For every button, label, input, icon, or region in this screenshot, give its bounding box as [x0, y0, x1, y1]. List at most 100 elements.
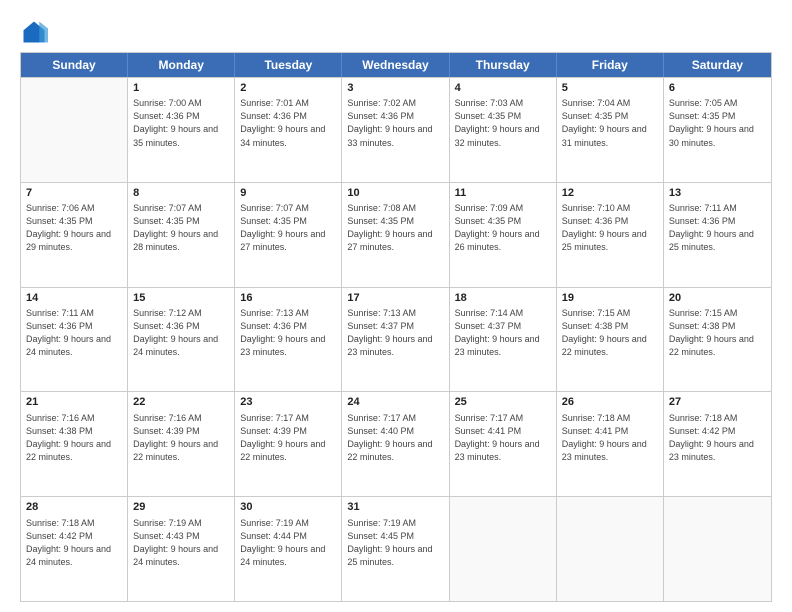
- day-number: 8: [133, 186, 229, 201]
- day-number: 4: [455, 81, 551, 96]
- day-number: 28: [26, 500, 122, 515]
- calendar-row-0: 1Sunrise: 7:00 AMSunset: 4:36 PMDaylight…: [21, 77, 771, 182]
- calendar-header: SundayMondayTuesdayWednesdayThursdayFrid…: [21, 53, 771, 77]
- empty-cell-4-6: [664, 497, 771, 601]
- cell-info: Sunrise: 7:19 AMSunset: 4:45 PMDaylight:…: [347, 517, 443, 569]
- cell-info: Sunrise: 7:18 AMSunset: 4:42 PMDaylight:…: [26, 517, 122, 569]
- day-number: 18: [455, 291, 551, 306]
- weekday-header-wednesday: Wednesday: [342, 53, 449, 77]
- empty-cell-4-4: [450, 497, 557, 601]
- day-cell-24: 24 Sunrise: 7:17 AMSunset: 4:40 PMDayligh…: [342, 392, 449, 496]
- day-cell-30: 30Sunrise: 7:19 AMSunset: 4:44 PMDayligh…: [235, 497, 342, 601]
- cell-info: Sunrise: 7:12 AMSunset: 4:36 PMDaylight:…: [133, 307, 229, 359]
- day-number: 25: [455, 395, 551, 410]
- day-cell-7: 7Sunrise: 7:06 AMSunset: 4:35 PMDaylight…: [21, 183, 128, 287]
- header: [20, 18, 772, 46]
- day-cell-19: 19Sunrise: 7:15 AMSunset: 4:38 PMDayligh…: [557, 288, 664, 392]
- day-cell-18: 18Sunrise: 7:14 AMSunset: 4:37 PMDayligh…: [450, 288, 557, 392]
- day-number: 6: [669, 81, 766, 96]
- day-cell-16: 16Sunrise: 7:13 AMSunset: 4:36 PMDayligh…: [235, 288, 342, 392]
- calendar-row-4: 28 Sunrise: 7:18 AMSunset: 4:42 PMDayligh…: [21, 496, 771, 601]
- day-number: 7: [26, 186, 122, 201]
- day-number: 14: [26, 291, 122, 306]
- calendar-row-2: 14Sunrise: 7:11 AMSunset: 4:36 PMDayligh…: [21, 287, 771, 392]
- day-number: 15: [133, 291, 229, 306]
- day-cell-11: 11Sunrise: 7:09 AMSunset: 4:35 PMDayligh…: [450, 183, 557, 287]
- cell-info: Sunrise: 7:06 AMSunset: 4:35 PMDaylight:…: [26, 202, 122, 254]
- calendar-row-3: 21Sunrise: 7:16 AMSunset: 4:38 PMDayligh…: [21, 391, 771, 496]
- day-cell-6: 6Sunrise: 7:05 AMSunset: 4:35 PMDaylight…: [664, 78, 771, 182]
- day-cell-26: 26 Sunrise: 7:18 AMSunset: 4:41 PMDayligh…: [557, 392, 664, 496]
- weekday-header-tuesday: Tuesday: [235, 53, 342, 77]
- cell-info: Sunrise: 7:15 AMSunset: 4:38 PMDaylight:…: [562, 307, 658, 359]
- cell-info: Sunrise: 7:16 AMSunset: 4:39 PMDaylight:…: [133, 412, 229, 464]
- day-cell-21: 21Sunrise: 7:16 AMSunset: 4:38 PMDayligh…: [21, 392, 128, 496]
- day-number: 17: [347, 291, 443, 306]
- cell-info: Sunrise: 7:19 AMSunset: 4:43 PMDaylight:…: [133, 517, 229, 569]
- day-number: 13: [669, 186, 766, 201]
- day-cell-22: 22 Sunrise: 7:16 AMSunset: 4:39 PMDayligh…: [128, 392, 235, 496]
- day-number: 2: [240, 81, 336, 96]
- cell-info: Sunrise: 7:04 AMSunset: 4:35 PMDaylight:…: [562, 97, 658, 149]
- weekday-header-friday: Friday: [557, 53, 664, 77]
- cell-info: Sunrise: 7:13 AMSunset: 4:37 PMDaylight:…: [347, 307, 443, 359]
- cell-info: Sunrise: 7:11 AMSunset: 4:36 PMDaylight:…: [26, 307, 122, 359]
- cell-info: Sunrise: 7:19 AMSunset: 4:44 PMDaylight:…: [240, 517, 336, 569]
- day-cell-29: 29 Sunrise: 7:19 AMSunset: 4:43 PMDayligh…: [128, 497, 235, 601]
- day-cell-9: 9Sunrise: 7:07 AMSunset: 4:35 PMDaylight…: [235, 183, 342, 287]
- day-number: 12: [562, 186, 658, 201]
- day-cell-4: 4Sunrise: 7:03 AMSunset: 4:35 PMDaylight…: [450, 78, 557, 182]
- cell-info: Sunrise: 7:01 AMSunset: 4:36 PMDaylight:…: [240, 97, 336, 149]
- day-number: 22: [133, 395, 229, 410]
- day-number: 10: [347, 186, 443, 201]
- cell-info: Sunrise: 7:00 AMSunset: 4:36 PMDaylight:…: [133, 97, 229, 149]
- cell-info: Sunrise: 7:17 AMSunset: 4:41 PMDaylight:…: [455, 412, 551, 464]
- day-number: 24: [347, 395, 443, 410]
- day-number: 27: [669, 395, 766, 410]
- cell-info: Sunrise: 7:05 AMSunset: 4:35 PMDaylight:…: [669, 97, 766, 149]
- day-cell-27: 27 Sunrise: 7:18 AMSunset: 4:42 PMDayligh…: [664, 392, 771, 496]
- day-number: 19: [562, 291, 658, 306]
- cell-info: Sunrise: 7:07 AMSunset: 4:35 PMDaylight:…: [240, 202, 336, 254]
- day-cell-23: 23 Sunrise: 7:17 AMSunset: 4:39 PMDayligh…: [235, 392, 342, 496]
- day-number: 26: [562, 395, 658, 410]
- day-number: 29: [133, 500, 229, 515]
- day-cell-31: 31 Sunrise: 7:19 AMSunset: 4:45 PMDayligh…: [342, 497, 449, 601]
- cell-info: Sunrise: 7:03 AMSunset: 4:35 PMDaylight:…: [455, 97, 551, 149]
- day-cell-17: 17Sunrise: 7:13 AMSunset: 4:37 PMDayligh…: [342, 288, 449, 392]
- day-cell-5: 5Sunrise: 7:04 AMSunset: 4:35 PMDaylight…: [557, 78, 664, 182]
- weekday-header-sunday: Sunday: [21, 53, 128, 77]
- day-number: 16: [240, 291, 336, 306]
- day-number: 3: [347, 81, 443, 96]
- logo-icon: [20, 18, 48, 46]
- cell-info: Sunrise: 7:15 AMSunset: 4:38 PMDaylight:…: [669, 307, 766, 359]
- page: SundayMondayTuesdayWednesdayThursdayFrid…: [0, 0, 792, 612]
- cell-info: Sunrise: 7:17 AMSunset: 4:40 PMDaylight:…: [347, 412, 443, 464]
- weekday-header-saturday: Saturday: [664, 53, 771, 77]
- calendar: SundayMondayTuesdayWednesdayThursdayFrid…: [20, 52, 772, 602]
- day-cell-13: 13Sunrise: 7:11 AMSunset: 4:36 PMDayligh…: [664, 183, 771, 287]
- day-cell-2: 2Sunrise: 7:01 AMSunset: 4:36 PMDaylight…: [235, 78, 342, 182]
- cell-info: Sunrise: 7:07 AMSunset: 4:35 PMDaylight:…: [133, 202, 229, 254]
- day-number: 1: [133, 81, 229, 96]
- day-cell-10: 10Sunrise: 7:08 AMSunset: 4:35 PMDayligh…: [342, 183, 449, 287]
- day-cell-3: 3Sunrise: 7:02 AMSunset: 4:36 PMDaylight…: [342, 78, 449, 182]
- day-number: 21: [26, 395, 122, 410]
- cell-info: Sunrise: 7:09 AMSunset: 4:35 PMDaylight:…: [455, 202, 551, 254]
- day-number: 5: [562, 81, 658, 96]
- calendar-row-1: 7Sunrise: 7:06 AMSunset: 4:35 PMDaylight…: [21, 182, 771, 287]
- cell-info: Sunrise: 7:18 AMSunset: 4:41 PMDaylight:…: [562, 412, 658, 464]
- day-cell-14: 14Sunrise: 7:11 AMSunset: 4:36 PMDayligh…: [21, 288, 128, 392]
- day-cell-15: 15Sunrise: 7:12 AMSunset: 4:36 PMDayligh…: [128, 288, 235, 392]
- cell-info: Sunrise: 7:08 AMSunset: 4:35 PMDaylight:…: [347, 202, 443, 254]
- empty-cell-0-0: [21, 78, 128, 182]
- cell-info: Sunrise: 7:17 AMSunset: 4:39 PMDaylight:…: [240, 412, 336, 464]
- day-cell-1: 1Sunrise: 7:00 AMSunset: 4:36 PMDaylight…: [128, 78, 235, 182]
- day-number: 23: [240, 395, 336, 410]
- logo: [20, 18, 52, 46]
- cell-info: Sunrise: 7:18 AMSunset: 4:42 PMDaylight:…: [669, 412, 766, 464]
- day-number: 31: [347, 500, 443, 515]
- day-number: 9: [240, 186, 336, 201]
- weekday-header-monday: Monday: [128, 53, 235, 77]
- cell-info: Sunrise: 7:14 AMSunset: 4:37 PMDaylight:…: [455, 307, 551, 359]
